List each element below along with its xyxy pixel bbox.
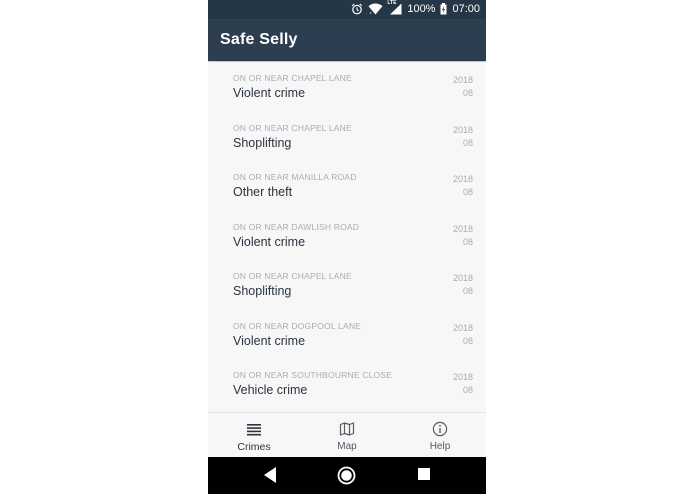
clock-time: 07:00: [452, 3, 480, 15]
crime-year: 2018: [452, 124, 473, 135]
network-badge: LTE: [387, 0, 402, 15]
crime-month: 08: [462, 385, 473, 395]
nav-tab-crimes[interactable]: Crimes: [208, 413, 300, 458]
status-icons: LTE 100% 07:00: [351, 0, 480, 15]
crime-list[interactable]: ON OR NEAR CHAPEL LANE Violent crime 201…: [208, 62, 486, 412]
crime-type: Shoplifting: [233, 284, 292, 298]
nav-label-help: Help: [429, 441, 451, 452]
bottom-navigation: Crimes Map Help: [208, 412, 486, 458]
list-icon: [247, 424, 261, 436]
system-navigation-bar: [208, 457, 486, 494]
crime-location: ON OR NEAR CHAPEL LANE: [233, 73, 352, 83]
crime-month: 08: [462, 88, 473, 98]
alarm-icon: [352, 3, 363, 15]
crime-month: 08: [462, 286, 473, 296]
recents-icon[interactable]: [418, 468, 430, 480]
app-title: Safe Selly: [220, 31, 298, 48]
wifi-icon: [368, 3, 383, 15]
crime-list-item[interactable]: ON OR NEAR SOUTHBOURNE CLOSE Vehicle cri…: [208, 359, 486, 408]
nav-tab-help[interactable]: Help: [394, 413, 486, 458]
crime-type: Violent crime: [233, 86, 306, 100]
signal-icon: [390, 3, 402, 15]
crime-month: 08: [462, 137, 473, 148]
crime-list-item[interactable]: ON OR NEAR DAWLISH ROAD Violent crime 20…: [208, 211, 486, 260]
status-bar: LTE 100% 07:00: [208, 0, 486, 19]
app-bar: Safe Selly: [208, 19, 486, 61]
crime-type: Violent crime: [233, 234, 306, 249]
info-icon: [432, 421, 448, 437]
home-icon[interactable]: [337, 466, 356, 485]
nav-label-map: Map: [337, 441, 357, 452]
crime-year: 2018: [452, 75, 473, 85]
crime-year: 2018: [452, 223, 473, 234]
crime-type: Vehicle crime: [233, 383, 308, 397]
crime-month: 08: [462, 335, 473, 346]
crime-location: ON OR NEAR DAWLISH ROAD: [233, 221, 360, 232]
crime-list-item[interactable]: ON OR NEAR CHAPEL LANE Shoplifting 2018 …: [208, 112, 486, 161]
crime-list-item[interactable]: ON OR NEAR DOGPOOL LANE Violent crime 20…: [208, 310, 486, 359]
crime-year: 2018: [452, 273, 473, 283]
back-icon[interactable]: [262, 466, 278, 484]
battery-icon: [440, 3, 447, 15]
crime-location: ON OR NEAR CHAPEL LANE: [233, 271, 352, 281]
crime-year: 2018: [452, 322, 473, 333]
crime-type: Violent crime: [233, 333, 306, 348]
crime-location: ON OR NEAR CHAPEL LANE: [233, 122, 352, 133]
crime-month: 08: [462, 236, 473, 247]
crime-location: ON OR NEAR DOGPOOL LANE: [233, 320, 362, 331]
crime-location: ON OR NEAR MANILLA ROAD: [233, 172, 357, 182]
crime-list-item[interactable]: ON OR NEAR CHAPEL LANE Shoplifting 2018 …: [208, 260, 486, 309]
crime-type: Other theft: [233, 185, 293, 199]
crime-location: ON OR NEAR SOUTHBOURNE CLOSE: [233, 370, 393, 380]
phone-screen: LTE 100% 07:00 Safe Selly ON OR NEAR CHA…: [208, 0, 486, 494]
battery-percentage: 100%: [407, 3, 436, 15]
map-icon: [339, 422, 355, 436]
nav-tab-map[interactable]: Map: [301, 413, 393, 458]
crime-list-item[interactable]: ON OR NEAR CHAPEL LANE Violent crime 201…: [208, 62, 486, 111]
crime-list-item[interactable]: ON OR NEAR MANILLA ROAD Other theft 2018…: [208, 161, 486, 210]
crime-year: 2018: [452, 372, 473, 382]
nav-label-crimes: Crimes: [237, 441, 271, 453]
crime-year: 2018: [452, 174, 473, 184]
crime-type: Shoplifting: [233, 135, 292, 150]
crime-month: 08: [462, 187, 473, 197]
